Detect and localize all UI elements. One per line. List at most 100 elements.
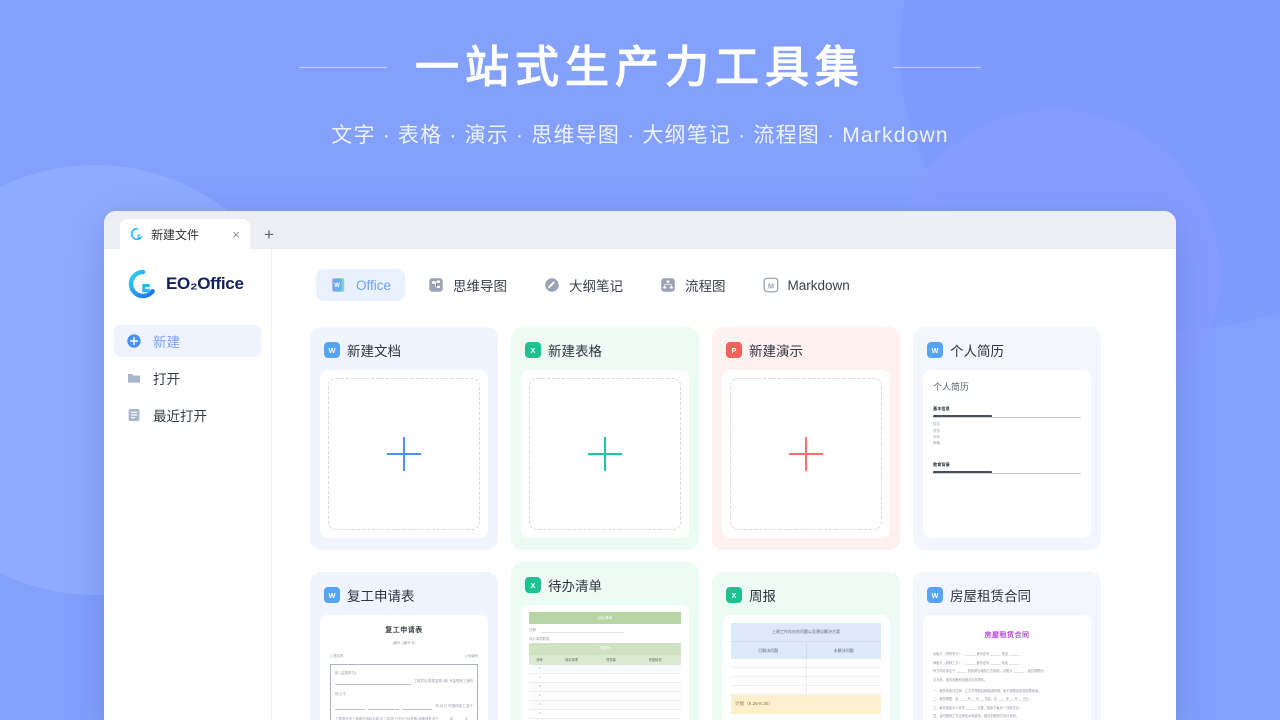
card-header: W 房屋租赁合同 (927, 585, 1091, 605)
weekly-footer: 计划（8.26-8.30） (731, 695, 881, 714)
card-return-to-work-form[interactable]: W 复工申请表 复工申请表 (编号: )(编号 号) 工程名称 公司编号 致: … (310, 572, 498, 720)
svg-text:W: W (334, 283, 340, 289)
todo-row-index: 5 (538, 702, 541, 707)
card-new-document[interactable]: W 新建文档 (310, 327, 498, 550)
tab-markdown[interactable]: M Markdown (748, 269, 864, 301)
sidebar: EO₂Office 新建 打开 最近打开 (104, 249, 272, 720)
word-badge-icon: W (324, 587, 340, 603)
todo-col-header: 完成情况 (648, 657, 662, 662)
form-body-line: 工程项目甲工程建设指标实施,复工前施工作业已经准备,特需请批准于______年_… (335, 716, 469, 720)
todo-col-header: 待办事项 (565, 657, 578, 662)
card-title: 个人简历 (950, 344, 1004, 359)
contract-line: 承租方（简称乙方）：______ 身份证号 ______ 电话 ______ (933, 660, 1020, 665)
card-header: X 待办清单 (525, 575, 689, 595)
todo-row-index: 3 (538, 683, 541, 688)
weekly-column-headers: 已解决问题 未解决问题 (731, 640, 882, 660)
table-row (731, 659, 881, 669)
weekly-col-header: 未解决问题 (805, 641, 882, 660)
new-file-dropzone[interactable] (730, 378, 882, 530)
card-row-2: W 复工申请表 复工申请表 (编号: )(编号 号) 工程名称 公司编号 致: … (310, 562, 1138, 720)
card-new-presentation[interactable]: P 新建演示 (712, 327, 900, 550)
card-preview: 个人简历 基本信息 姓名: 学校: 手机: 邮箱: 教育背景 (923, 370, 1091, 538)
tab-label: 大纲笔记 (569, 279, 624, 294)
sidebar-item-recent[interactable]: 最近打开 (114, 399, 261, 431)
excel-badge-icon: X (525, 342, 541, 358)
todo-col-header: 任务量 (606, 657, 616, 662)
hero-rule-left (299, 67, 387, 68)
todo-header-row: 序号 待办事项 任务量 完成情况 (529, 654, 681, 665)
category-tabs: W Office 思维导图 大纲笔记 流程图 M Markdown (272, 269, 1176, 301)
card-title: 新建表格 (548, 344, 602, 359)
page-title: 一站式生产力工具集 (415, 43, 865, 92)
card-preview: 复工申请表 (编号: )(编号 号) 工程名称 公司编号 致: (监理单位): (320, 615, 488, 720)
word-badge-icon: W (324, 342, 340, 358)
todo-col-header: 序号 (536, 657, 543, 662)
sidebar-item-label: 新建 (153, 335, 180, 350)
app-body: EO₂Office 新建 打开 最近打开 W Office 思维导图 大纲笔记 … (104, 249, 1176, 720)
tab-label: Office (356, 277, 392, 293)
tab-label: Markdown (787, 277, 850, 293)
close-icon[interactable]: × (232, 228, 240, 241)
new-file-dropzone[interactable] (328, 378, 480, 530)
card-title: 复工申请表 (347, 589, 415, 604)
tab-label: 流程图 (685, 279, 726, 294)
form-subtitle: (编号: )(编号 号) (392, 641, 416, 646)
tab-office[interactable]: W Office (316, 269, 406, 301)
card-preview: 上周工作存在的问题以及建议解决方案 已解决问题 未解决问题 计划（8.26-8.… (722, 615, 890, 720)
excel-badge-icon: X (726, 587, 742, 603)
resume-heading: 个人简历 (933, 382, 970, 392)
tab-flowchart[interactable]: 流程图 (645, 269, 740, 301)
tab-label: 思维导图 (453, 279, 508, 294)
contract-line: 四、合同期间乙方应承担水电费用，租赁到期双方另行协商。 (933, 714, 1020, 719)
weekly-top-title: 上周工作存在的问题以及建议解决方案 (731, 623, 881, 641)
sidebar-item-open[interactable]: 打开 (114, 362, 261, 394)
table-row (731, 668, 881, 678)
weekly-preview: 上周工作存在的问题以及建议解决方案 已解决问题 未解决问题 计划（8.26-8.… (722, 615, 890, 720)
card-header: P 新建演示 (726, 340, 890, 360)
plus-icon (789, 437, 823, 471)
hero-rule-right (893, 67, 981, 68)
todo-row-index: 6 (538, 711, 541, 716)
svg-text:X: X (531, 581, 536, 590)
new-file-dropzone[interactable] (529, 378, 681, 530)
card-todo-list[interactable]: X 待办清单 待办清单 日期 待办事项数量 总数/% 序号 待办事项 任务量 完… (511, 562, 699, 720)
todo-row-index: 4 (538, 693, 541, 698)
card-title: 待办清单 (548, 579, 602, 594)
browser-tab[interactable]: 新建文件 × (120, 219, 250, 249)
resume-section-education: 教育背景 (933, 461, 950, 467)
svg-text:W: W (932, 591, 939, 600)
new-tab-icon[interactable]: + (264, 226, 274, 243)
plus-icon (588, 437, 622, 471)
recent-document-icon (128, 409, 140, 421)
form-body-line: 致: (监理单位): (335, 670, 358, 675)
table-row: 6 (529, 710, 681, 720)
sidebar-item-new[interactable]: 新建 (114, 325, 261, 357)
form-label-left: 工程名称 (330, 654, 344, 659)
card-header: X 新建表格 (525, 340, 689, 360)
card-weekly-report[interactable]: X 周报 上周工作存在的问题以及建议解决方案 已解决问题 未解决问题 计划（8.… (712, 572, 900, 720)
card-resume-template[interactable]: W 个人简历 个人简历 基本信息 姓名: 学校: 手机: 邮箱: 教育背景 (913, 327, 1101, 550)
card-title: 新建文档 (347, 344, 401, 359)
tab-mindmap[interactable]: 思维导图 (413, 269, 521, 301)
svg-text:M: M (767, 281, 773, 290)
card-lease-contract[interactable]: W 房屋租赁合同 房屋租赁合同 出租方（简称甲方）：______ 身份证号 __… (913, 572, 1101, 720)
todo-preview: 待办清单 日期 待办事项数量 总数/% 序号 待办事项 任务量 完成情况 1 2… (521, 605, 689, 720)
app-window: 新建文件 × + EO₂Office 新建 打开 最近打开 W Office 思… (104, 211, 1176, 720)
card-new-spreadsheet[interactable]: X 新建表格 (511, 327, 699, 550)
todo-band-title: 待办清单 (529, 612, 681, 624)
svg-text:P: P (732, 346, 737, 355)
sidebar-item-label: 最近打开 (153, 409, 207, 424)
brand-logo: EO₂Office (114, 269, 261, 299)
brand-name: EO₂Office (166, 274, 244, 293)
resume-section-basic: 基本信息 (933, 406, 950, 412)
card-row-1: W 新建文档 X 新建表格 P 新建演示 W 个人简历 个人简历 基本信息 姓名… (310, 327, 1138, 550)
card-header: W 个人简历 (927, 340, 1091, 360)
sidebar-item-label: 打开 (153, 372, 180, 387)
browser-tabstrip: 新建文件 × + (104, 211, 1176, 249)
tab-outline-note[interactable]: 大纲笔记 (529, 269, 637, 301)
contract-preview: 房屋租赁合同 出租方（简称甲方）：______ 身份证号 ______ 电话 _… (923, 615, 1091, 720)
markdown-icon: M (763, 277, 778, 293)
form-title: 复工申请表 (385, 627, 423, 634)
contract-line: 二、租赁期限：自 ____ 年 __ 月 __ 日起，至 ____ 年 __ 月… (933, 697, 1033, 702)
table-row (731, 686, 881, 696)
